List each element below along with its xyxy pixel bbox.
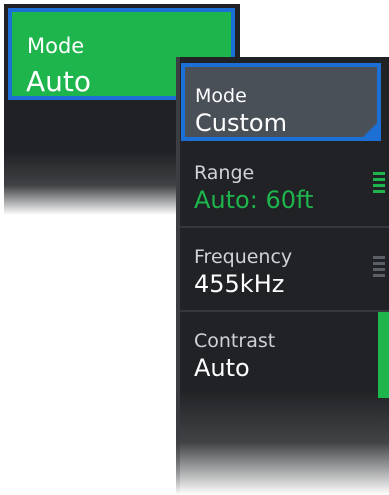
menu-lines-icon[interactable] — [373, 256, 385, 280]
mode-label: Mode — [27, 34, 85, 58]
range-value: Auto: 60ft — [194, 186, 314, 214]
contrast-slider-bar[interactable] — [378, 312, 389, 398]
selection-corner-marker — [359, 119, 381, 141]
contrast-value: Auto — [194, 354, 250, 382]
frequency-row[interactable]: Frequency 455kHz — [180, 228, 389, 312]
contrast-label: Contrast — [194, 330, 276, 352]
frequency-label: Frequency — [194, 246, 293, 268]
range-row[interactable]: Range Auto: 60ft — [180, 144, 389, 228]
contrast-row[interactable]: Contrast Auto — [180, 312, 389, 398]
mode-label: Mode — [195, 85, 247, 107]
screen: Mode Auto Mode Custom Range Auto: 60ft F… — [0, 0, 389, 495]
range-label: Range — [194, 162, 255, 184]
mode-value: Auto — [26, 65, 92, 98]
mode-value: Custom — [195, 109, 287, 137]
mode-menu-panel-custom: Mode Custom Range Auto: 60ft Frequency 4… — [176, 57, 389, 495]
menu-lines-icon[interactable] — [373, 172, 385, 196]
mode-custom-tile[interactable]: Mode Custom — [181, 63, 381, 141]
frequency-value: 455kHz — [194, 270, 285, 298]
